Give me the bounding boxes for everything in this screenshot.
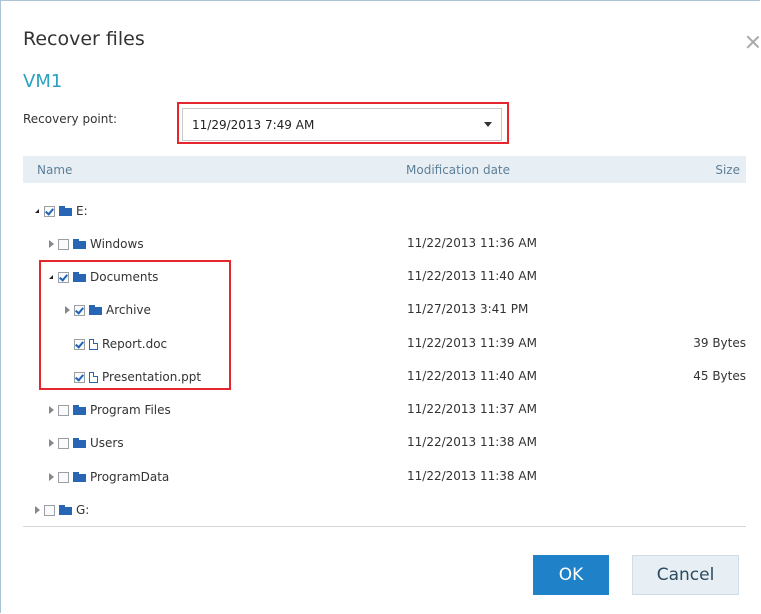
row-checkbox[interactable] [58, 437, 69, 449]
expand-arrow-icon[interactable] [47, 439, 55, 447]
table-row[interactable]: Windows 11/22/2013 11:36 AM [23, 227, 746, 260]
tree-node: Users [47, 435, 124, 451]
row-modification-date: 11/22/2013 11:38 AM [407, 435, 537, 449]
folder-icon [59, 505, 72, 515]
column-header-name[interactable]: Name [37, 163, 72, 177]
row-name: Users [90, 436, 124, 450]
row-name: E: [76, 204, 88, 218]
chevron-down-icon [484, 122, 492, 127]
collapse-arrow-icon[interactable] [33, 207, 41, 215]
table-row[interactable]: G: [23, 493, 746, 526]
dialog-title: Recover files [23, 28, 145, 50]
row-modification-date: 11/22/2013 11:39 AM [407, 336, 537, 350]
row-checkbox[interactable] [58, 471, 69, 483]
expand-arrow-icon[interactable] [47, 406, 55, 414]
column-header-size[interactable]: Size [715, 163, 740, 177]
row-name: Program Files [90, 403, 171, 417]
tree-node: Program Files [47, 402, 171, 418]
row-modification-date: 11/22/2013 11:37 AM [407, 402, 537, 416]
row-size: 39 Bytes [693, 336, 746, 350]
row-name: Windows [90, 237, 144, 251]
table-row[interactable]: E: [23, 194, 746, 227]
row-checkbox[interactable] [58, 238, 69, 250]
table-row[interactable]: ProgramData 11/22/2013 11:38 AM [23, 460, 746, 493]
row-modification-date: 11/22/2013 11:36 AM [407, 236, 537, 250]
row-modification-date: 11/22/2013 11:38 AM [407, 469, 537, 483]
recovery-point-dropdown[interactable]: 11/29/2013 7:49 AM [182, 108, 502, 141]
recovery-point-label: Recovery point: [23, 112, 118, 126]
tree-node: ProgramData [47, 469, 169, 485]
folder-icon [59, 206, 72, 216]
row-checkbox[interactable] [44, 205, 55, 217]
documents-highlight [39, 260, 231, 390]
folder-icon [73, 239, 86, 249]
folder-icon [73, 438, 86, 448]
tree-node: G: [33, 502, 89, 518]
row-modification-date: 11/22/2013 11:40 AM [407, 369, 537, 383]
ok-button[interactable]: OK [533, 555, 609, 595]
vm-name: VM1 [23, 71, 63, 92]
recover-files-dialog: Recover files VM1 Recovery point: 11/29/… [0, 0, 760, 613]
row-modification-date: 11/27/2013 3:41 PM [407, 302, 529, 316]
footer-divider [23, 526, 746, 527]
table-row[interactable]: Program Files 11/22/2013 11:37 AM [23, 393, 746, 426]
table-header: Name Modification date Size [23, 156, 746, 183]
row-size: 45 Bytes [693, 369, 746, 383]
row-checkbox[interactable] [44, 504, 55, 516]
close-icon[interactable] [746, 35, 760, 49]
expand-arrow-icon[interactable] [47, 473, 55, 481]
folder-icon [73, 405, 86, 415]
row-name: G: [76, 503, 90, 517]
cancel-button[interactable]: Cancel [632, 555, 739, 595]
row-name: ProgramData [90, 470, 170, 484]
tree-node: Windows [47, 236, 144, 252]
expand-arrow-icon[interactable] [33, 506, 41, 514]
row-modification-date: 11/22/2013 11:40 AM [407, 269, 537, 283]
expand-arrow-icon[interactable] [47, 240, 55, 248]
recovery-point-value: 11/29/2013 7:49 AM [192, 118, 315, 132]
column-header-date[interactable]: Modification date [406, 163, 510, 177]
table-row[interactable]: Users 11/22/2013 11:38 AM [23, 426, 746, 459]
row-checkbox[interactable] [58, 404, 69, 416]
tree-node: E: [33, 203, 88, 219]
folder-icon [73, 472, 86, 482]
